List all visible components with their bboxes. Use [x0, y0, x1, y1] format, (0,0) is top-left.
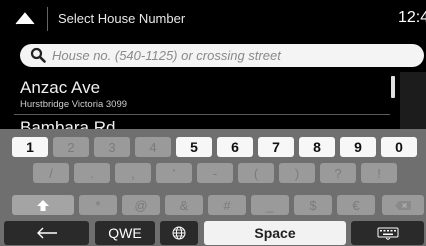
- key-digit[interactable]: 4: [135, 137, 171, 157]
- key-label: 9: [354, 139, 362, 155]
- key-label: €: [352, 197, 360, 213]
- key-special[interactable]: @: [122, 195, 160, 215]
- key-label: 7: [272, 139, 280, 155]
- key-special[interactable]: *: [79, 195, 117, 215]
- title-divider: [47, 7, 48, 31]
- search-icon: [30, 47, 46, 63]
- key-symbol[interactable]: ,: [115, 163, 151, 183]
- globe-icon: [172, 226, 186, 240]
- key-symbol[interactable]: ': [156, 163, 192, 183]
- key-symbol[interactable]: .: [74, 163, 110, 183]
- key-label: ': [172, 165, 176, 181]
- title-bar: Select House Number 12:44: [0, 0, 426, 36]
- key-label: #: [223, 197, 231, 213]
- key-special[interactable]: €: [337, 195, 375, 215]
- key-label: /: [49, 165, 53, 181]
- space-key[interactable]: Space: [204, 221, 346, 245]
- key-digit[interactable]: 3: [94, 137, 130, 157]
- layout-key-label: QWE: [108, 225, 142, 241]
- backspace-key[interactable]: [382, 195, 424, 215]
- layout-qwe-key[interactable]: QWE: [95, 221, 155, 245]
- key-symbol[interactable]: !: [361, 163, 397, 183]
- key-symbol[interactable]: ): [279, 163, 315, 183]
- key-special[interactable]: _: [251, 195, 289, 215]
- left-arrow-icon: [36, 227, 57, 239]
- key-label: 4: [149, 139, 157, 155]
- back-key[interactable]: [4, 221, 89, 245]
- street-name: Anzac Ave: [20, 78, 101, 97]
- results-list: Anzac Ave Hurstbridge Victoria 3099 Bamb…: [0, 72, 426, 132]
- key-label: (: [253, 165, 259, 181]
- key-label: 6: [231, 139, 239, 155]
- key-label: 0: [395, 139, 403, 155]
- key-digit[interactable]: 0: [381, 137, 417, 157]
- key-special[interactable]: $: [294, 195, 332, 215]
- key-special[interactable]: #: [208, 195, 246, 215]
- keyboard-icon: [377, 227, 398, 240]
- key-symbol[interactable]: ?: [320, 163, 356, 183]
- page-title: Select House Number: [58, 11, 186, 26]
- key-symbol[interactable]: /: [33, 163, 69, 183]
- key-label: &: [179, 197, 189, 213]
- key-digit[interactable]: 8: [299, 137, 335, 157]
- shift-key[interactable]: [12, 195, 74, 215]
- chevron-up-icon: [15, 12, 35, 25]
- key-symbol[interactable]: (: [238, 163, 274, 183]
- locality: Hurstbridge Victoria 3099: [20, 99, 128, 110]
- key-label: 5: [190, 139, 198, 155]
- scroll-track[interactable]: [400, 72, 426, 132]
- list-item[interactable]: Anzac Ave Hurstbridge Victoria 3099: [0, 72, 392, 116]
- search-field[interactable]: [20, 44, 424, 67]
- backspace-icon: [395, 200, 411, 210]
- language-key[interactable]: [160, 221, 198, 245]
- key-digit[interactable]: 7: [258, 137, 294, 157]
- key-label: ,: [131, 165, 135, 181]
- back-button[interactable]: [6, 6, 46, 32]
- on-screen-keyboard: 1 2 3 4 5 6 7 8 9 0 /., ' - ()?! * @ & # _ $ € QWE Space: [0, 129, 426, 246]
- key-label: 2: [67, 139, 75, 155]
- hide-keyboard-key[interactable]: [351, 221, 424, 245]
- key-label: @: [134, 197, 148, 213]
- key-label: *: [95, 197, 101, 213]
- space-key-label: Space: [254, 225, 296, 241]
- key-label: _: [266, 197, 274, 213]
- key-label: .: [90, 165, 94, 181]
- clock: 12:44: [398, 9, 426, 26]
- key-digit[interactable]: 9: [340, 137, 376, 157]
- key-digit[interactable]: 5: [176, 137, 212, 157]
- key-label: ?: [334, 165, 342, 181]
- shift-arrow-icon: [37, 199, 49, 211]
- key-label: -: [212, 165, 218, 181]
- key-digit[interactable]: 2: [53, 137, 89, 157]
- key-digit[interactable]: 1: [12, 137, 48, 157]
- key-label: 8: [313, 139, 321, 155]
- search-input[interactable]: [52, 46, 412, 65]
- key-digit[interactable]: 6: [217, 137, 253, 157]
- key-special[interactable]: &: [165, 195, 203, 215]
- divider: [14, 114, 390, 115]
- scrollbar-thumb[interactable]: [391, 76, 395, 98]
- key-label: $: [309, 197, 317, 213]
- key-label: !: [377, 165, 381, 181]
- key-label: ): [294, 165, 300, 181]
- key-symbol[interactable]: -: [197, 163, 233, 183]
- key-label: 3: [108, 139, 116, 155]
- key-label: 1: [26, 139, 34, 155]
